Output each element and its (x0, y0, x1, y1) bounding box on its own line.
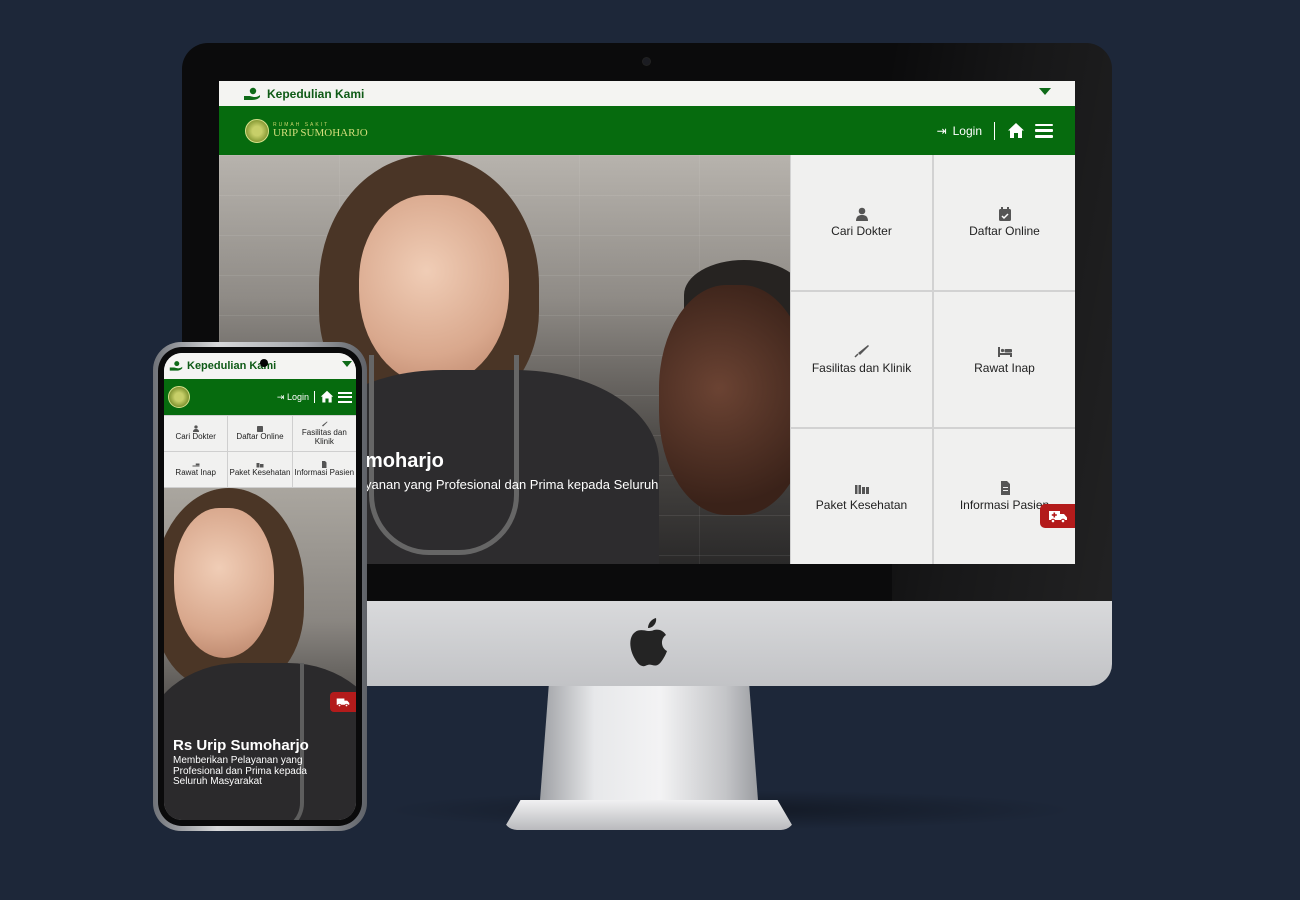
login-arrow-icon: ⇥ (936, 123, 947, 138)
bed-icon (192, 463, 200, 467)
tile-label: Paket Kesehatan (815, 498, 908, 512)
bed-icon (997, 347, 1012, 357)
tile-fasilitas-klinik[interactable]: Fasilitas dan Klinik (292, 416, 356, 451)
tile-label: Paket Kesehatan (229, 468, 291, 478)
desktop-navbar: RUMAH SAKIT URIP SUMOHARJO ⇥ Login (219, 106, 1075, 155)
menu-icon[interactable] (1035, 123, 1053, 138)
tile-informasi-pasien[interactable]: Informasi Pasien (934, 429, 1075, 564)
login-arrow-icon: ⇥ (276, 391, 287, 402)
mobile-hero-banner: Rs Urip Sumoharjo Memberikan Pelayanan y… (164, 488, 356, 820)
mobile-navbar: ⇥ Login (164, 379, 356, 415)
ambulance-icon (1048, 511, 1067, 523)
login-label: Login (952, 123, 982, 138)
tile-informasi-pasien[interactable]: Informasi Pasien (292, 452, 356, 487)
apple-logo-icon (630, 618, 667, 667)
hero-subtitle: yanan yang Profesional dan Prima kepada … (365, 477, 659, 492)
tile-daftar-online[interactable]: Daftar Online (934, 155, 1075, 290)
tile-rawat-inap[interactable]: Rawat Inap (164, 452, 228, 487)
imac-stand-foot (503, 800, 795, 830)
care-label: Kepedulian Kami (267, 86, 365, 101)
chevron-down-icon[interactable] (1039, 88, 1051, 95)
hero-title: moharjo (365, 450, 444, 472)
home-icon[interactable] (320, 390, 334, 404)
nav-divider (314, 391, 315, 403)
tile-cari-dokter[interactable]: Cari Dokter (164, 416, 228, 451)
login-button[interactable]: ⇥ Login (277, 392, 309, 403)
tile-rawat-inap[interactable]: Rawat Inap (934, 292, 1075, 427)
login-button[interactable]: ⇥ Login (937, 124, 982, 138)
tile-cari-dokter[interactable]: Cari Dokter (791, 155, 932, 290)
home-icon[interactable] (1007, 122, 1025, 140)
phone-camera (260, 359, 268, 367)
tile-label: Cari Dokter (831, 224, 892, 238)
desktop-care-topbar[interactable]: Kepedulian Kami (219, 81, 1075, 106)
logo-emblem-icon (245, 118, 269, 143)
imac-stand-neck (540, 686, 758, 801)
quick-menu-grid: Cari Dokter Daftar Online Fasilitas dan … (790, 155, 1075, 564)
tile-fasilitas-klinik[interactable]: Fasilitas dan Klinik (791, 292, 932, 427)
tile-label: Fasilitas dan Klinik (811, 361, 912, 375)
smartphone-mockup: Kepedulian Kami ⇥ Login Cari Dokter Daft… (153, 342, 367, 831)
tile-label: Informasi Pasien (959, 498, 1050, 512)
hand-heart-icon (169, 361, 183, 371)
mobile-website-screen: Kepedulian Kami ⇥ Login Cari Dokter Daft… (164, 353, 356, 820)
tile-label: Rawat Inap (175, 468, 216, 478)
tile-label: Fasilitas dan Klinik (301, 427, 347, 446)
tile-paket-kesehatan[interactable]: Paket Kesehatan (228, 452, 292, 487)
gifts-icon (256, 463, 264, 468)
tile-label: Daftar Online (236, 432, 284, 442)
hand-heart-icon (244, 87, 260, 100)
gifts-icon (854, 485, 869, 494)
imac-camera (643, 58, 650, 65)
login-label: Login (286, 391, 309, 402)
mobile-quick-menu-grid: Cari Dokter Daftar Online Fasilitas dan … (164, 415, 356, 488)
doctor-icon (855, 207, 868, 221)
logo-emblem-icon[interactable] (168, 386, 190, 408)
nav-divider (994, 121, 995, 140)
syringe-icon (853, 345, 869, 358)
menu-icon[interactable] (338, 391, 352, 403)
tile-label: Informasi Pasien (294, 468, 355, 478)
file-icon (322, 461, 327, 469)
mobile-care-topbar[interactable]: Kepedulian Kami (164, 353, 356, 379)
file-icon (1000, 481, 1010, 495)
calendar-check-icon (998, 207, 1011, 221)
tile-label: Daftar Online (969, 224, 1040, 238)
tile-paket-kesehatan[interactable]: Paket Kesehatan (791, 429, 932, 564)
emergency-ambulance-button[interactable] (330, 692, 356, 712)
tile-daftar-online[interactable]: Daftar Online (228, 416, 292, 451)
hero-title: Rs Urip Sumoharjo (173, 737, 309, 754)
calendar-check-icon (256, 426, 263, 433)
logo-text: URIP SUMOHARJO (273, 126, 368, 139)
syringe-icon (322, 421, 328, 427)
doctor-icon (192, 425, 199, 433)
emergency-ambulance-button[interactable] (1040, 504, 1075, 528)
chevron-down-icon[interactable] (342, 361, 352, 367)
hero-subtitle: Memberikan Pelayanan yang Profesional da… (173, 755, 307, 787)
tile-label: Cari Dokter (175, 432, 216, 442)
hospital-logo[interactable]: RUMAH SAKIT URIP SUMOHARJO (245, 118, 368, 143)
ambulance-icon (336, 698, 350, 707)
tile-label: Rawat Inap (974, 361, 1035, 375)
